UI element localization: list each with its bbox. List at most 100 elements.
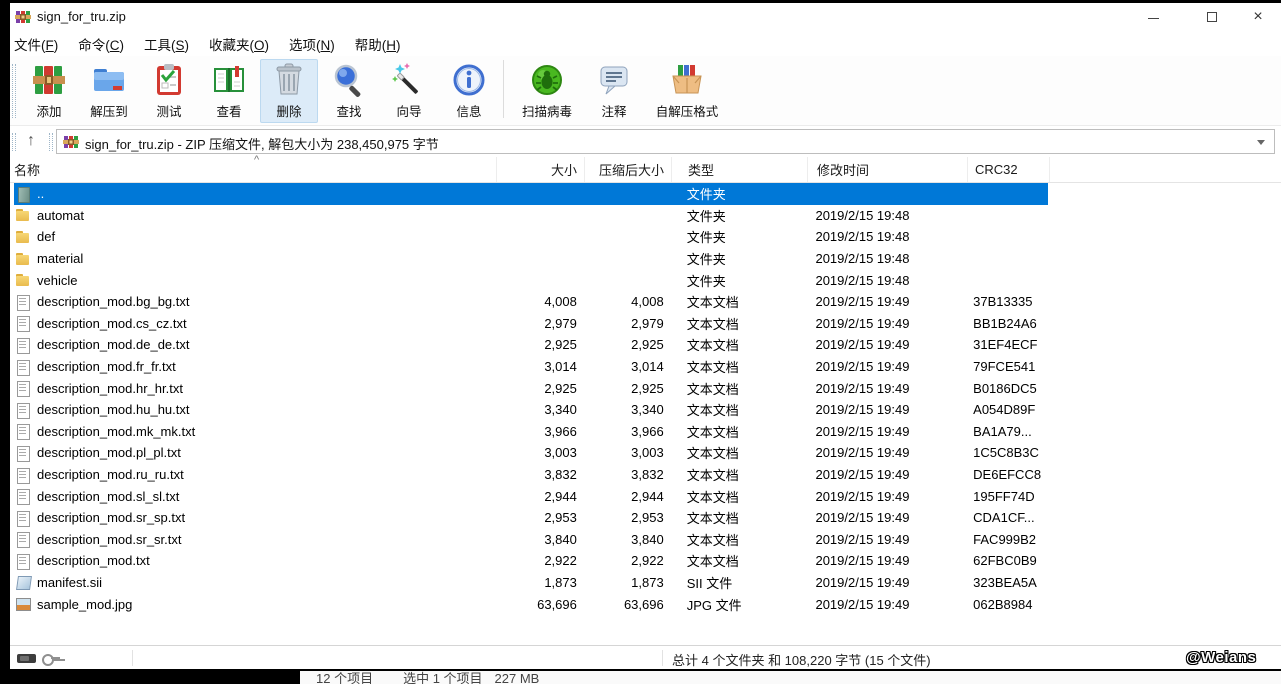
sfx-button[interactable]: 自解压格式 — [643, 59, 731, 123]
file-row[interactable]: description_mod.sl_sl.txt 2,944 2,944 文本… — [14, 485, 1048, 507]
test-button[interactable]: 测试 — [140, 59, 198, 123]
file-row[interactable]: def 文件夹 2019/2/15 19:48 — [14, 226, 1048, 248]
txt-icon — [15, 423, 31, 439]
file-size: 2,925 — [496, 377, 584, 399]
file-row[interactable]: description_mod.de_de.txt 2,925 2,925 文本… — [14, 334, 1048, 356]
winrar-app-icon — [15, 9, 31, 25]
txt-icon — [15, 315, 31, 331]
txt-icon — [15, 467, 31, 483]
menu-tools[interactable]: 工具(S) — [144, 34, 189, 54]
file-row[interactable]: manifest.sii 1,873 1,873 SII 文件 2019/2/1… — [14, 572, 1048, 594]
file-crc32 — [966, 205, 1048, 227]
addressbar-gripper[interactable] — [12, 133, 16, 151]
file-packed-size: 1,873 — [584, 572, 671, 594]
chevron-down-icon[interactable] — [1257, 140, 1265, 145]
toolbar-label: 添加 — [36, 101, 61, 120]
archive-path-text: sign_for_tru.zip - ZIP 压缩文件, 解包大小为 238,4… — [85, 134, 439, 153]
wizard-button[interactable]: 向导 — [380, 59, 438, 123]
file-row[interactable]: description_mod.fr_fr.txt 3,014 3,014 文本… — [14, 356, 1048, 378]
menu-favorites[interactable]: 收藏夹(O) — [209, 34, 269, 54]
file-row[interactable]: description_mod.pl_pl.txt 3,003 3,003 文本… — [14, 442, 1048, 464]
file-size: 4,008 — [496, 291, 584, 313]
addressbar-gripper[interactable] — [49, 133, 53, 151]
column-header-type[interactable]: 类型 — [672, 157, 808, 182]
file-size — [496, 269, 584, 291]
column-header-name[interactable]: 名称 ^ — [14, 157, 497, 182]
file-name: description_mod.hu_hu.txt — [37, 402, 189, 417]
up-directory-button[interactable]: ↑ — [18, 128, 44, 154]
menu-file[interactable]: 文件(F) — [14, 34, 58, 54]
file-size: 2,925 — [496, 334, 584, 356]
info-button[interactable]: 信息 — [440, 59, 498, 123]
archive-path-combobox[interactable]: sign_for_tru.zip - ZIP 压缩文件, 解包大小为 238,4… — [56, 129, 1275, 154]
add-button[interactable]: 添加 — [20, 59, 78, 123]
file-size: 3,966 — [496, 421, 584, 443]
folder-icon — [15, 272, 31, 288]
maximize-button[interactable] — [1191, 3, 1233, 31]
comment-button[interactable]: 注释 — [587, 59, 641, 123]
column-header-modified[interactable]: 修改时间 — [808, 157, 968, 182]
file-row[interactable]: sample_mod.jpg 63,696 63,696 JPG 文件 2019… — [14, 593, 1048, 615]
file-row[interactable]: description_mod.mk_mk.txt 3,966 3,966 文本… — [14, 421, 1048, 443]
delete-icon — [271, 62, 307, 98]
file-row[interactable]: .. 文件夹 — [14, 183, 1048, 205]
file-size: 2,979 — [496, 313, 584, 335]
file-crc32: 37B13335 — [966, 291, 1048, 313]
file-crc32: BA1A79... — [966, 421, 1048, 443]
file-row[interactable]: description_mod.sr_sr.txt 3,840 3,840 文本… — [14, 529, 1048, 551]
column-header-size[interactable]: 大小 — [497, 157, 585, 182]
file-type: 文件夹 — [671, 248, 807, 270]
toolbar-label: 查看 — [216, 101, 241, 120]
file-row[interactable]: description_mod.hr_hr.txt 2,925 2,925 文本… — [14, 377, 1048, 399]
menu-options[interactable]: 选项(N) — [289, 34, 335, 54]
jpg-icon — [15, 596, 31, 612]
delete-button[interactable]: 删除 — [260, 59, 318, 123]
file-modified: 2019/2/15 19:49 — [806, 529, 966, 551]
virus-scan-button[interactable]: 扫描病毒 — [509, 59, 585, 123]
column-header-packed-size[interactable]: 压缩后大小 — [585, 157, 672, 182]
file-packed-size: 2,979 — [584, 313, 671, 335]
toolbar-label: 自解压格式 — [656, 101, 719, 120]
file-name: description_mod.sr_sp.txt — [37, 510, 185, 525]
file-size: 63,696 — [496, 593, 584, 615]
file-packed-size: 4,008 — [584, 291, 671, 313]
file-row[interactable]: description_mod.bg_bg.txt 4,008 4,008 文本… — [14, 291, 1048, 313]
up-arrow-icon: ↑ — [27, 132, 35, 149]
menu-help[interactable]: 帮助(H) — [355, 34, 401, 54]
file-type: 文本文档 — [671, 485, 807, 507]
sort-ascending-icon: ^ — [254, 154, 259, 166]
file-packed-size — [584, 183, 671, 205]
extract-to-button[interactable]: 解压到 — [80, 59, 138, 123]
view-button[interactable]: 查看 — [200, 59, 258, 123]
file-name: description_mod.ru_ru.txt — [37, 467, 184, 482]
txt-icon — [15, 510, 31, 526]
file-row[interactable]: description_mod.sr_sp.txt 2,953 2,953 文本… — [14, 507, 1048, 529]
file-modified: 2019/2/15 19:49 — [806, 399, 966, 421]
file-row[interactable]: automat 文件夹 2019/2/15 19:48 — [14, 205, 1048, 227]
close-button[interactable]: × — [1237, 3, 1279, 31]
file-row[interactable]: description_mod.txt 2,922 2,922 文本文档 201… — [14, 550, 1048, 572]
file-row[interactable]: description_mod.cs_cz.txt 2,979 2,979 文本… — [14, 313, 1048, 335]
file-modified: 2019/2/15 19:49 — [806, 313, 966, 335]
find-button[interactable]: 查找 — [320, 59, 378, 123]
file-row[interactable]: material 文件夹 2019/2/15 19:48 — [14, 248, 1048, 270]
statusbar-divider — [132, 650, 133, 666]
file-modified: 2019/2/15 19:48 — [806, 226, 966, 248]
minimize-button[interactable] — [1132, 3, 1174, 31]
file-name: description_mod.fr_fr.txt — [37, 359, 176, 374]
file-row[interactable]: description_mod.hu_hu.txt 3,340 3,340 文本… — [14, 399, 1048, 421]
file-packed-size: 3,003 — [584, 442, 671, 464]
file-row[interactable]: vehicle 文件夹 2019/2/15 19:48 — [14, 269, 1048, 291]
menu-commands[interactable]: 命令(C) — [78, 34, 124, 54]
file-row[interactable]: description_mod.ru_ru.txt 3,832 3,832 文本… — [14, 464, 1048, 486]
file-name: description_mod.mk_mk.txt — [37, 424, 195, 439]
toolbar-gripper[interactable] — [12, 64, 16, 118]
file-packed-size: 3,840 — [584, 529, 671, 551]
column-header-crc32[interactable]: CRC32 — [968, 157, 1050, 182]
file-crc32: B0186DC5 — [966, 377, 1048, 399]
file-crc32 — [966, 226, 1048, 248]
toolbar-label: 扫描病毒 — [522, 101, 572, 120]
txt-icon — [15, 294, 31, 310]
file-name: sample_mod.jpg — [37, 597, 132, 612]
file-packed-size: 2,925 — [584, 377, 671, 399]
